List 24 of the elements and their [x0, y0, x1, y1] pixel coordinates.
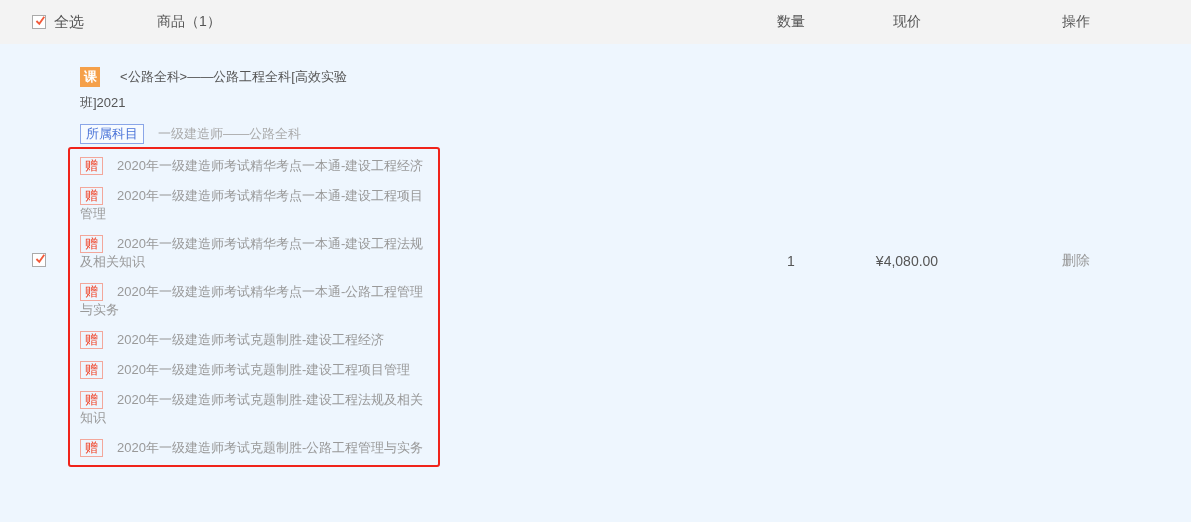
gift-badge: 赠: [80, 157, 103, 175]
column-header: 数量: [777, 13, 805, 29]
gift-badge: 赠: [80, 235, 103, 253]
checkbox[interactable]: [32, 15, 46, 29]
gift-item: 赠 2020年一级建造师考试克题制胜-建设工程法规及相关知识: [80, 391, 425, 427]
gift-item: 赠 2020年一级建造师考试克题制胜-公路工程管理与实务: [80, 439, 426, 457]
checkbox[interactable]: [32, 253, 46, 267]
column-header: 商品（1）: [157, 13, 221, 29]
category-tag: 所属科目: [80, 124, 144, 144]
quantity: 1: [787, 252, 795, 269]
gift-badge: 赠: [80, 439, 103, 457]
gift-badge: 赠: [80, 187, 103, 205]
gift-item: 赠 2020年一级建造师考试克题制胜-建设工程经济: [80, 331, 426, 349]
gift-badge: 赠: [80, 391, 103, 409]
gift-badge: 赠: [80, 361, 103, 379]
gift-badge: 赠: [80, 331, 103, 349]
column-header: 操作: [1062, 13, 1090, 29]
price: ¥4,080.00: [875, 252, 939, 269]
select-all-label[interactable]: 全选: [54, 12, 84, 32]
course-badge: 课: [80, 67, 100, 87]
course-title: 课 <公路全科>——公路工程全科[高效实验班]2021: [80, 66, 348, 112]
gift-badge: 赠: [80, 283, 103, 301]
gift-item: 赠 2020年一级建造师考试克题制胜-建设工程项目管理: [80, 361, 426, 379]
column-header: 现价: [893, 13, 921, 29]
